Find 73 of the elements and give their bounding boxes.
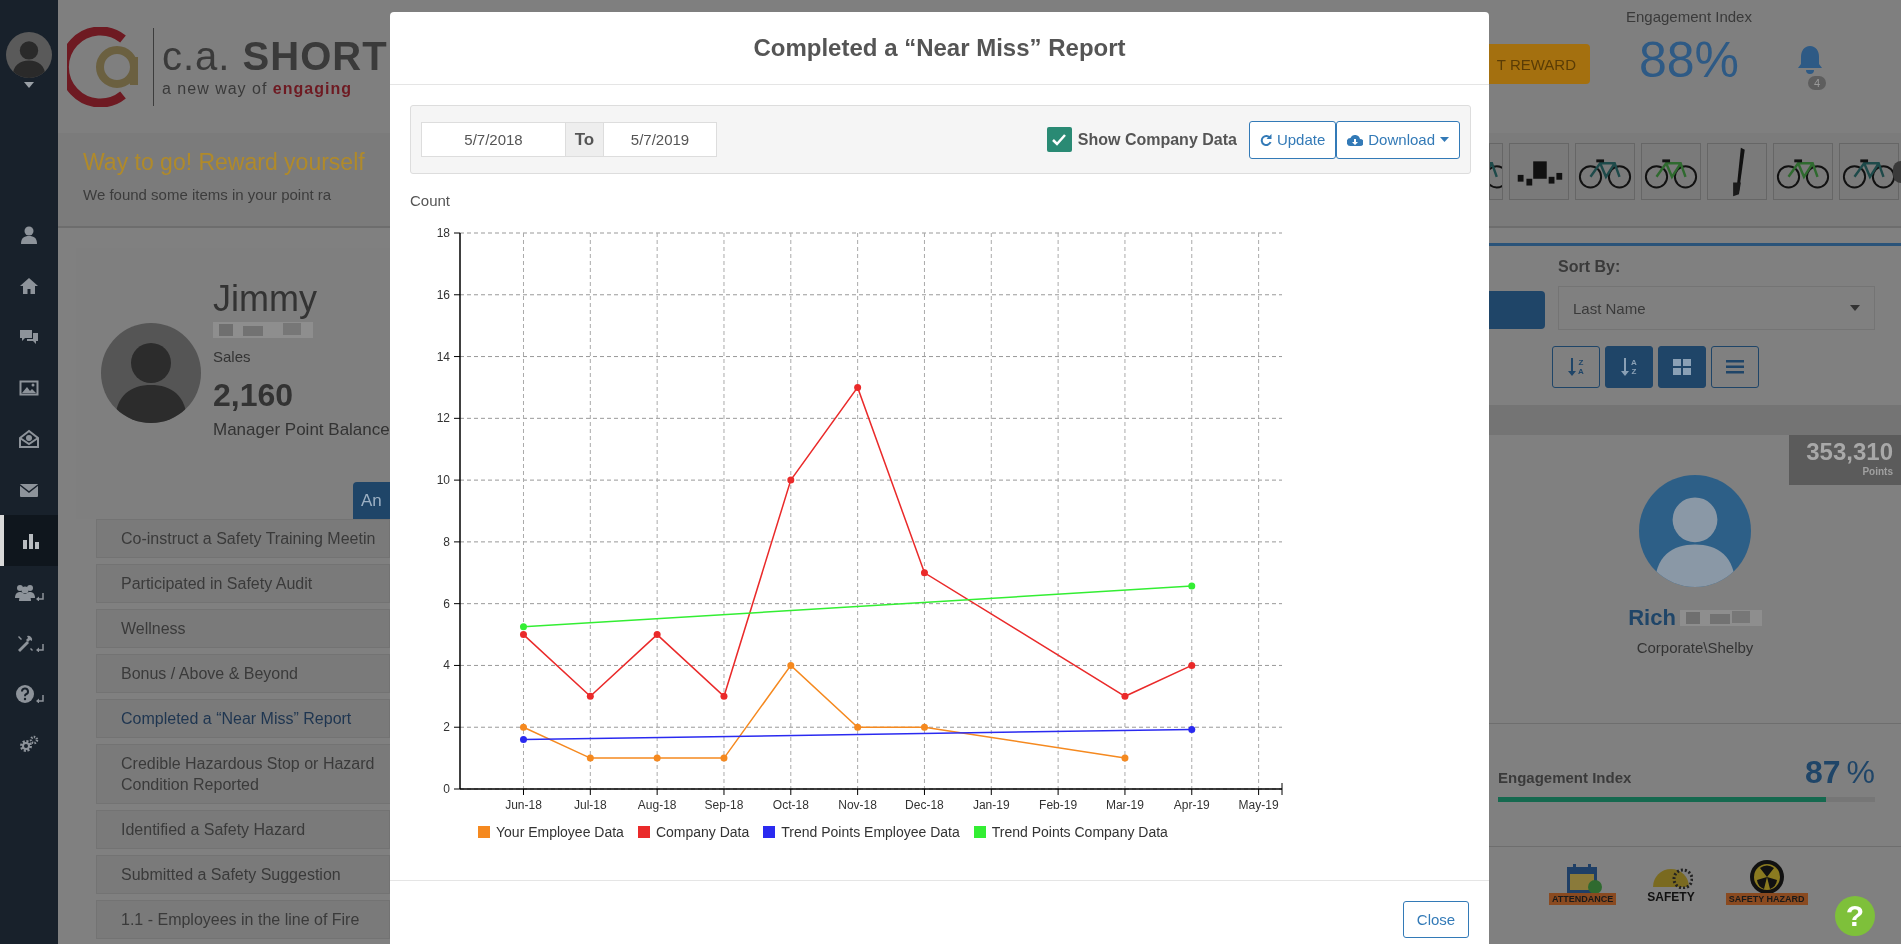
reward-button[interactable]: T REWARD	[1489, 44, 1590, 84]
engagement-label: Engagement Index	[1498, 769, 1632, 786]
employee-location: Corporate\Shelby	[1636, 639, 1754, 656]
notification-count: 4	[1807, 76, 1827, 90]
points-label: Points	[1862, 466, 1893, 477]
axis-label: Nov-18	[838, 798, 877, 812]
axis-label: May-19	[1238, 798, 1279, 812]
axis-label: 0	[443, 782, 450, 796]
category-item[interactable]: Submitted a Safety Suggestion	[96, 855, 390, 894]
sort-button[interactable]: A Z	[1605, 346, 1653, 388]
logo-tagline: a new way of engaging	[162, 79, 353, 98]
axis-label: Jul-18	[573, 798, 607, 812]
help-button[interactable]: ?	[1835, 896, 1875, 936]
category-item[interactable]: Bonus / Above & Beyond	[96, 654, 390, 693]
category-item[interactable]: 1.1 - Employees in the line of Fire	[96, 900, 390, 939]
to-label: To	[566, 122, 603, 157]
axis-label: 10	[436, 473, 450, 488]
axis-label: 14	[436, 349, 450, 364]
axis-label: 16	[436, 287, 450, 302]
legend-label: Your Employee Data	[496, 824, 624, 840]
legend-label: Trend Points Company Data	[991, 824, 1168, 840]
engagement-value: 87	[1804, 754, 1841, 790]
axis-label: Jan-19	[972, 798, 1010, 812]
close-button[interactable]: Close	[1403, 901, 1469, 938]
update-button[interactable]: Update	[1248, 120, 1337, 159]
axis-label: 6	[443, 596, 450, 611]
axis-label: Feb-19	[1039, 798, 1078, 812]
category-item[interactable]: Co-instruct a Safety Training Meetin	[96, 519, 390, 558]
legend-label: Company Data	[655, 824, 750, 840]
sort-label: Sort By:	[1558, 258, 1622, 276]
category-item[interactable]: Participated in Safety Audit	[96, 564, 390, 603]
category-item[interactable]: Wellness	[96, 609, 390, 648]
axis-label: Oct-18	[772, 798, 809, 812]
start-date-field[interactable]: 5/7/2018	[421, 122, 566, 157]
sort-button[interactable]: Z A	[1552, 346, 1600, 388]
axis-label: Jun-18	[505, 798, 542, 812]
axis-label: 4	[443, 658, 450, 673]
axis-label: Dec-18	[905, 798, 944, 812]
points-value: 353,310	[1806, 438, 1893, 466]
dialog-title: Completed a “Near Miss” Report	[753, 34, 1126, 62]
download-button[interactable]: Download	[1336, 120, 1460, 159]
sort-dropdown[interactable]: Last Name	[1558, 286, 1875, 330]
banner-subtitle: We found some items in your point ra	[83, 186, 333, 203]
axis-label: Apr-19	[1173, 798, 1210, 812]
first-name: Jimmy	[213, 278, 318, 320]
banner-title: Way to go! Reward yourself	[83, 149, 365, 176]
department: Sales	[213, 348, 252, 365]
badge-label: SAFETY HAZARD	[1725, 893, 1808, 905]
category-item[interactable]: Completed a “Near Miss” Report	[96, 699, 390, 738]
engagement-label: Engagement Index	[1626, 8, 1752, 25]
axis-label: 2	[443, 720, 450, 735]
badge-label: SAFETY	[1646, 889, 1696, 905]
y-axis-title: Count	[410, 192, 452, 210]
point-balance-label: Manager Point Balance	[213, 420, 390, 440]
category-item[interactable]: Identified a Safety Hazard	[96, 810, 390, 849]
legend-label: Trend Points Employee Data	[781, 824, 960, 840]
axis-label: 8	[443, 534, 450, 549]
axis-label: Sep-18	[704, 798, 744, 812]
end-date-field[interactable]: 5/7/2019	[603, 122, 717, 157]
logo-text: c.a. SHORT	[162, 35, 388, 76]
engagement-value: 88%	[1638, 31, 1739, 89]
axis-label: Aug-18	[637, 798, 677, 812]
action-button[interactable]: An	[353, 482, 390, 519]
employee-name: Rich	[1628, 605, 1676, 631]
axis-label: 18	[436, 226, 450, 240]
axis-label: Mar-19	[1105, 798, 1144, 812]
percent-sign: %	[1846, 754, 1875, 790]
sort-letters: Z A	[1578, 358, 1584, 376]
checkbox-label: Show Company Data	[1077, 130, 1237, 149]
point-balance: 2,160	[213, 377, 295, 414]
sort-letters: A Z	[1631, 358, 1637, 376]
axis-label: 12	[436, 411, 450, 426]
badge-label: ATTENDANCE	[1549, 893, 1617, 905]
